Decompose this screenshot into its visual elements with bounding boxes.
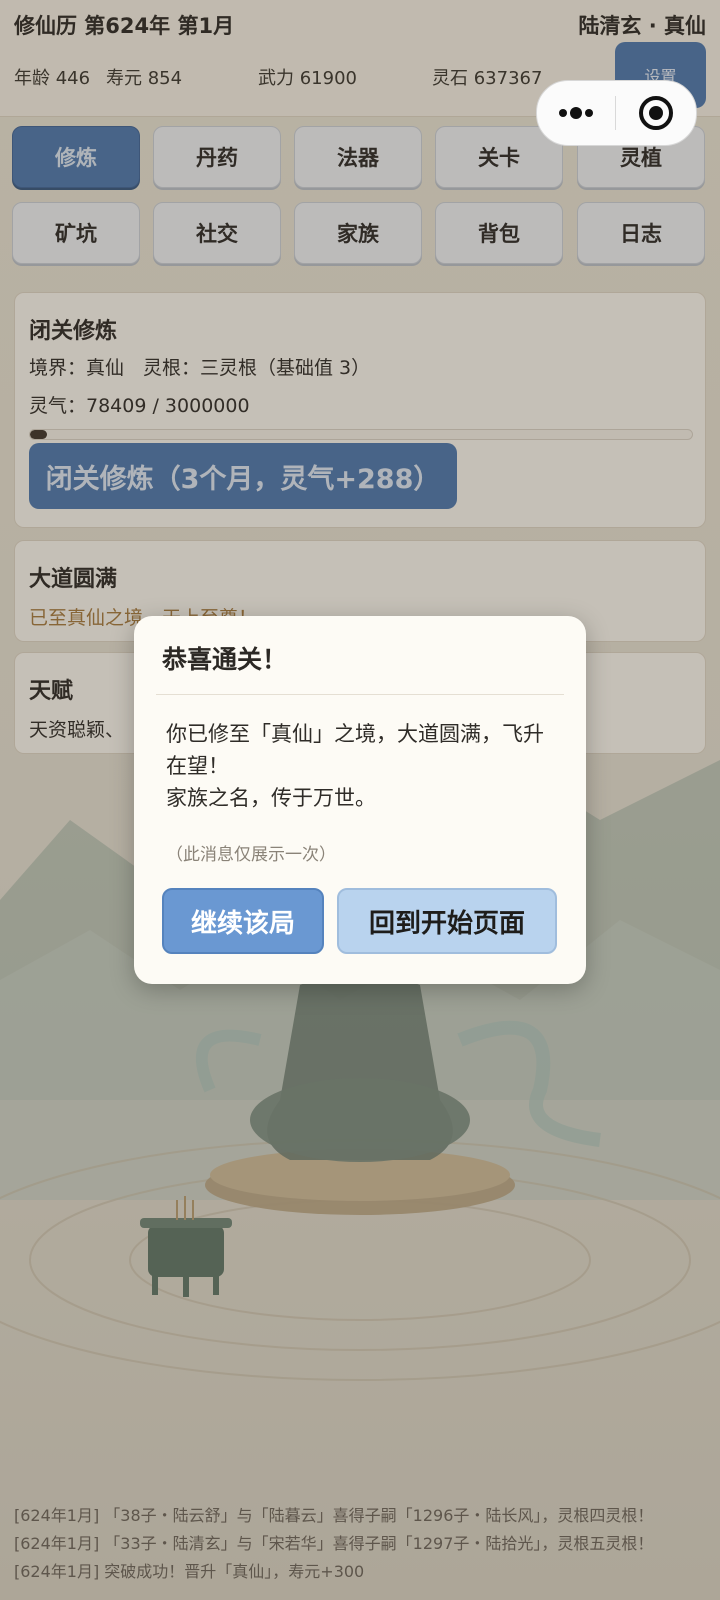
more-dots-icon	[559, 107, 593, 119]
congrats-modal: 恭喜通关！ 你已修至「真仙」之境，大道圆满，飞升在望！ 家族之名，传于万世。 （…	[134, 616, 586, 984]
miniprogram-capsule	[536, 80, 697, 146]
more-menu-button[interactable]	[537, 81, 615, 145]
return-home-button[interactable]: 回到开始页面	[337, 888, 557, 954]
modal-body-line: 你已修至「真仙」之境，大道圆满，飞升在望！	[166, 722, 544, 778]
modal-title: 恭喜通关！	[162, 645, 288, 674]
target-close-icon	[638, 96, 673, 130]
modal-body: 你已修至「真仙」之境，大道圆满，飞升在望！ 家族之名，传于万世。	[166, 718, 562, 814]
modal-body-line: 家族之名，传于万世。	[166, 786, 376, 810]
modal-note: （此消息仅展示一次）	[166, 845, 336, 865]
close-miniprogram-button[interactable]	[616, 81, 695, 145]
modal-divider	[156, 694, 564, 695]
continue-game-button[interactable]: 继续该局	[162, 888, 324, 954]
